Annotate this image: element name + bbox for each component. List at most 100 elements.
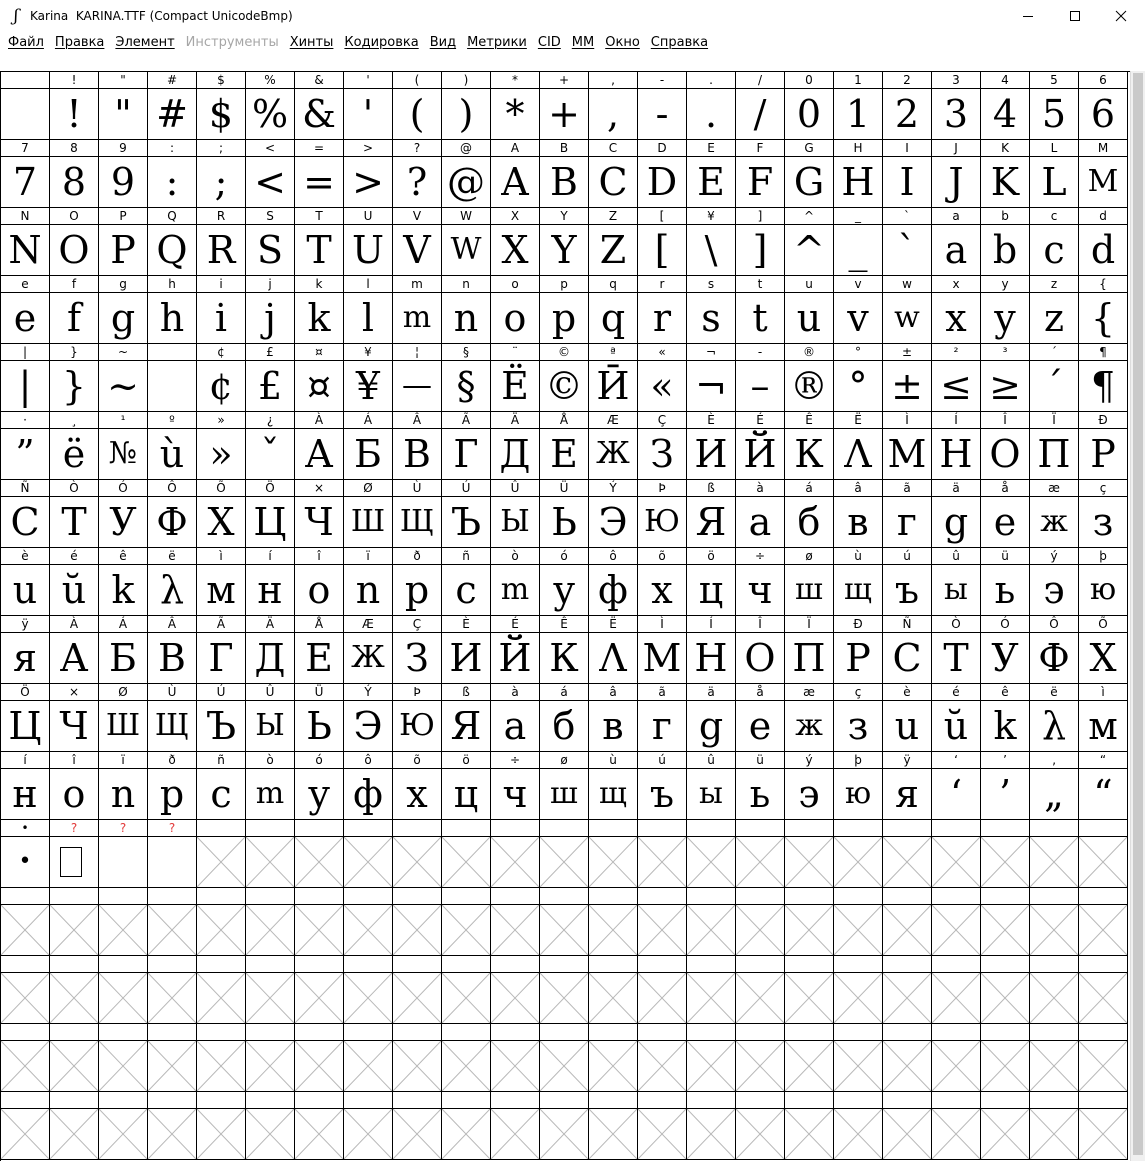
glyph-cell[interactable]: ùщ xyxy=(834,548,883,616)
empty-glyph-cell[interactable] xyxy=(638,956,687,1024)
empty-glyph-cell[interactable] xyxy=(442,956,491,1024)
empty-glyph-cell[interactable] xyxy=(491,1024,540,1092)
glyph-cell[interactable]: ` ` xyxy=(883,208,932,276)
glyph-cell[interactable]: vv xyxy=(834,276,883,344)
glyph-cell[interactable]: ? xyxy=(148,820,197,888)
empty-glyph-cell[interactable] xyxy=(148,888,197,956)
empty-glyph-cell[interactable] xyxy=(393,820,442,888)
glyph-cell[interactable]: ëλ xyxy=(1030,684,1079,752)
empty-glyph-cell[interactable] xyxy=(50,1092,99,1160)
glyph-cell[interactable]: bb xyxy=(981,208,1030,276)
glyph-cell[interactable]: óу xyxy=(540,548,589,616)
glyph-cell[interactable]: 33 xyxy=(932,72,981,140)
glyph-cell[interactable]: ÀА xyxy=(50,616,99,684)
glyph-cell[interactable]: ¥ ¥ xyxy=(344,344,393,412)
glyph-cell[interactable]: ýэ xyxy=(1030,548,1079,616)
glyph-cell[interactable]: GG xyxy=(785,140,834,208)
empty-glyph-cell[interactable] xyxy=(99,956,148,1024)
glyph-cell[interactable]: HH xyxy=(834,140,883,208)
glyph-cell[interactable]: ïn xyxy=(99,752,148,820)
empty-glyph-cell[interactable] xyxy=(932,1092,981,1160)
empty-glyph-cell[interactable] xyxy=(883,1024,932,1092)
glyph-cell[interactable]: ÜЬ xyxy=(295,684,344,752)
empty-glyph-cell[interactable] xyxy=(442,1092,491,1160)
glyph-cell[interactable]: òm xyxy=(246,752,295,820)
glyph-cell[interactable]: ¤ ¤ xyxy=(295,344,344,412)
glyph-cell[interactable]: ñс xyxy=(442,548,491,616)
glyph-cell[interactable]: ãг xyxy=(883,480,932,548)
empty-glyph-cell[interactable] xyxy=(932,956,981,1024)
empty-glyph-cell[interactable] xyxy=(883,888,932,956)
empty-glyph-cell[interactable] xyxy=(834,1092,883,1160)
empty-glyph-cell[interactable] xyxy=(540,1024,589,1092)
empty-glyph-cell[interactable] xyxy=(638,888,687,956)
empty-glyph-cell[interactable] xyxy=(687,1024,736,1092)
glyph-cell[interactable]: ÉЙ xyxy=(491,616,540,684)
empty-glyph-cell[interactable] xyxy=(1030,956,1079,1024)
glyph-cell[interactable]: ÃГ xyxy=(442,412,491,480)
empty-glyph-cell[interactable] xyxy=(540,820,589,888)
glyph-cell[interactable]: aa xyxy=(932,208,981,276)
glyph-cell[interactable]: 00 xyxy=(785,72,834,140)
glyph-cell[interactable]: ÈИ xyxy=(442,616,491,684)
glyph-cell[interactable]: ÎО xyxy=(736,616,785,684)
empty-glyph-cell[interactable] xyxy=(1030,820,1079,888)
glyph-cell[interactable]: * * xyxy=(491,72,540,140)
glyph-cell[interactable]: üь xyxy=(981,548,1030,616)
glyph-cell[interactable]: íн xyxy=(1,752,50,820)
glyph-cell[interactable]: ñс xyxy=(197,752,246,820)
empty-glyph-cell[interactable] xyxy=(442,1024,491,1092)
glyph-cell[interactable]: YY xyxy=(540,208,589,276)
glyph-cell[interactable]: ßЯ xyxy=(442,684,491,752)
glyph-cell[interactable]: nn xyxy=(442,276,491,344)
glyph-cell[interactable]: DD xyxy=(638,140,687,208)
glyph-cell[interactable]: æж xyxy=(1030,480,1079,548)
glyph-cell[interactable]: cc xyxy=(1030,208,1079,276)
empty-glyph-cell[interactable] xyxy=(785,956,834,1024)
glyph-cell[interactable]: ww xyxy=(883,276,932,344)
glyph-cell[interactable]: èu xyxy=(883,684,932,752)
glyph-cell[interactable]: ÙЩ xyxy=(148,684,197,752)
glyph-cell[interactable]: ¨ Ё xyxy=(491,344,540,412)
glyph-cell[interactable]: ÚЪ xyxy=(442,480,491,548)
empty-glyph-cell[interactable] xyxy=(246,820,295,888)
glyph-cell[interactable]: ÅЕ xyxy=(540,412,589,480)
empty-glyph-cell[interactable] xyxy=(1,1024,50,1092)
glyph-cell[interactable]: ÏП xyxy=(1030,412,1079,480)
glyph-cell[interactable]: ëλ xyxy=(148,548,197,616)
glyph-cell[interactable]: ’’ xyxy=(981,752,1030,820)
empty-glyph-cell[interactable] xyxy=(932,1024,981,1092)
glyph-cell[interactable]: ? xyxy=(99,820,148,888)
empty-glyph-cell[interactable] xyxy=(736,1092,785,1160)
glyph-cell[interactable]: ìм xyxy=(1079,684,1128,752)
glyph-cell[interactable]: }} xyxy=(50,344,99,412)
glyph-cell[interactable]: kk xyxy=(295,276,344,344)
empty-glyph-cell[interactable] xyxy=(981,1024,1030,1092)
empty-glyph-cell[interactable] xyxy=(1,1092,50,1160)
glyph-cell[interactable]: ªӢ xyxy=(589,344,638,412)
glyph-cell[interactable]: ? xyxy=(50,820,99,888)
glyph-cell[interactable]: {{ xyxy=(1079,276,1128,344)
glyph-cell[interactable]: ÏП xyxy=(785,616,834,684)
glyph-cell[interactable]: xx xyxy=(932,276,981,344)
glyph-cell[interactable]: êk xyxy=(981,684,1030,752)
glyph-cell[interactable] xyxy=(1,72,50,140)
empty-glyph-cell[interactable] xyxy=(589,888,638,956)
glyph-cell[interactable]: ¢ ¢ xyxy=(197,344,246,412)
glyph-cell[interactable]: PP xyxy=(99,208,148,276)
glyph-cell[interactable]: èu xyxy=(1,548,50,616)
glyph-cell[interactable]: _ _ xyxy=(834,208,883,276)
empty-glyph-cell[interactable] xyxy=(834,888,883,956)
glyph-cell[interactable]: 44 xyxy=(981,72,1030,140)
empty-glyph-cell[interactable] xyxy=(883,820,932,888)
glyph-cell[interactable]: ÞЮ xyxy=(638,480,687,548)
empty-glyph-cell[interactable] xyxy=(638,1024,687,1092)
glyph-cell[interactable]: rr xyxy=(638,276,687,344)
empty-glyph-cell[interactable] xyxy=(246,888,295,956)
glyph-cell[interactable]: þю xyxy=(1079,548,1128,616)
glyph-cell[interactable]: ÝЭ xyxy=(344,684,393,752)
empty-glyph-cell[interactable] xyxy=(1030,1024,1079,1092)
glyph-cell[interactable]: mm xyxy=(393,276,442,344)
empty-glyph-cell[interactable] xyxy=(1079,1092,1128,1160)
glyph-cell[interactable]: ¥ \ xyxy=(687,208,736,276)
